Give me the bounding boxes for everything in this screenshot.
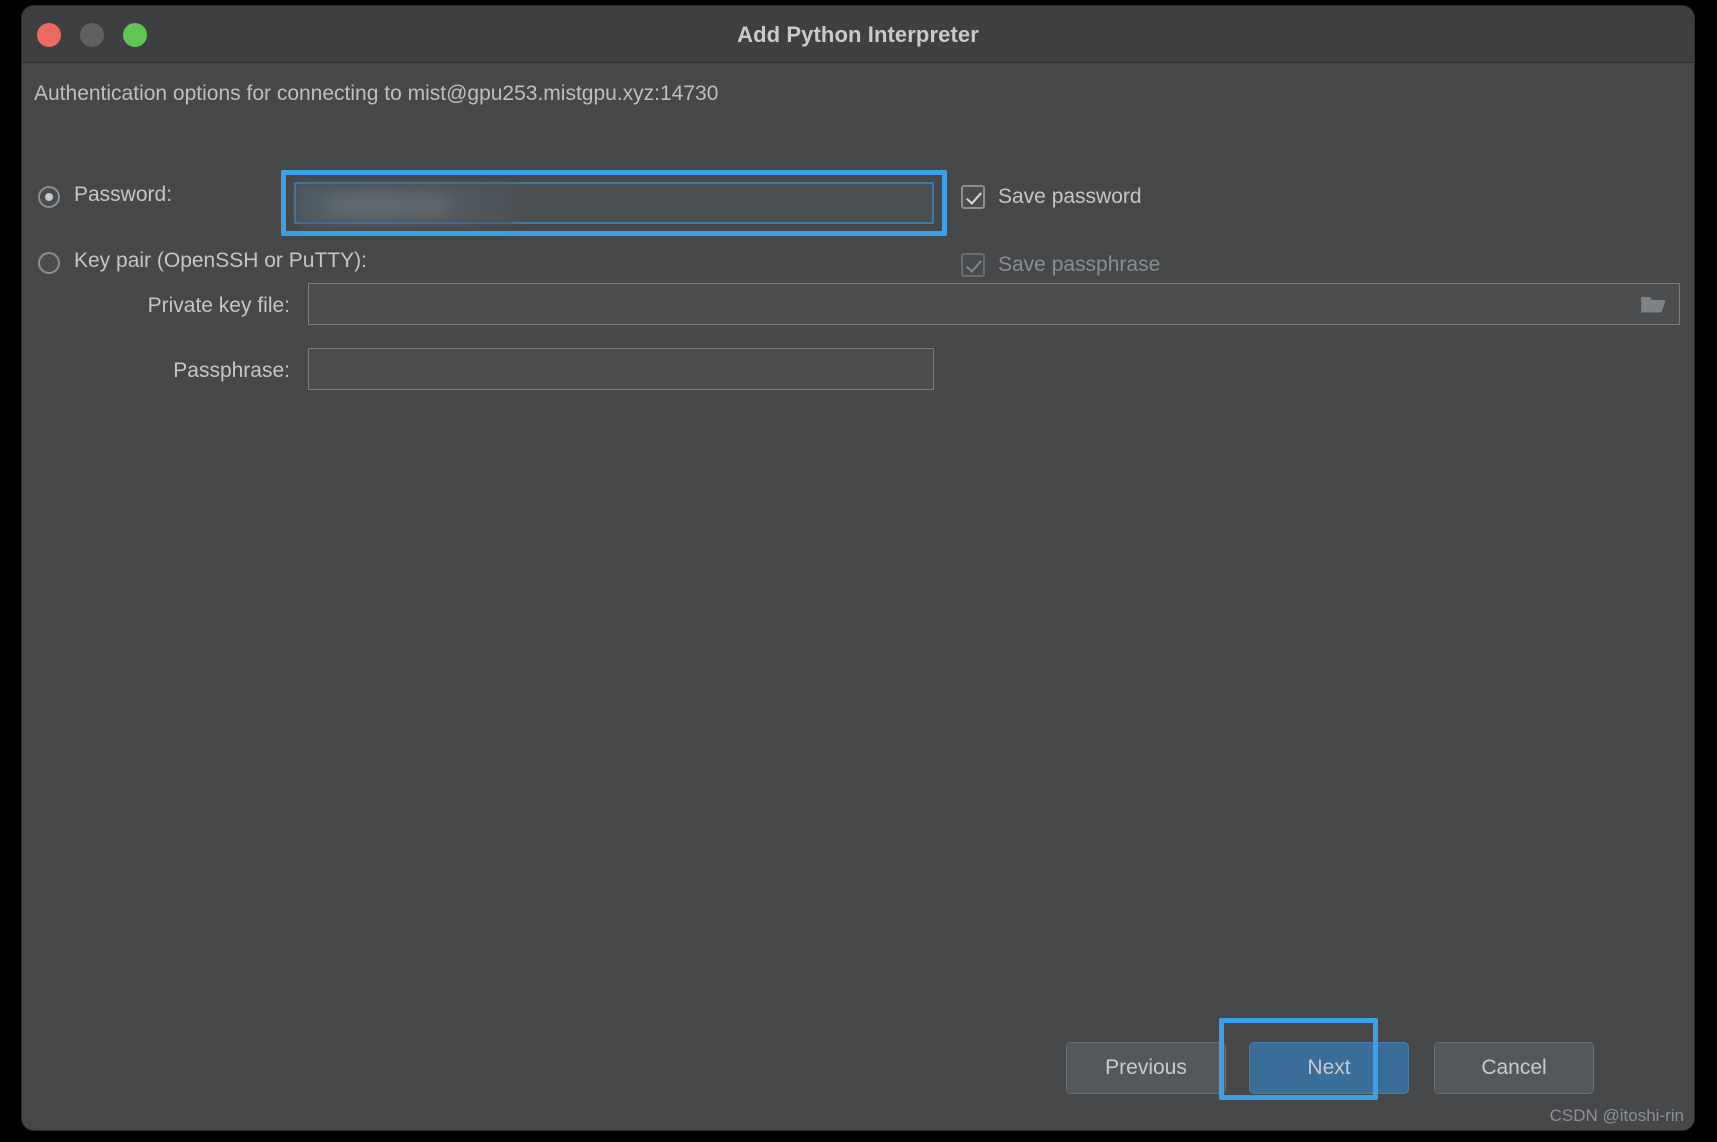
save-passphrase-checkbox-box[interactable] <box>961 253 985 277</box>
cancel-button[interactable]: Cancel <box>1434 1042 1594 1094</box>
passphrase-label: Passphrase: <box>173 359 290 382</box>
previous-button[interactable]: Previous <box>1066 1042 1226 1094</box>
watermark: CSDN @itoshi-rin <box>1549 1106 1684 1125</box>
radio-password[interactable] <box>38 186 60 208</box>
password-input-box[interactable] <box>294 182 934 224</box>
next-button[interactable]: Next <box>1249 1042 1409 1094</box>
keypair-row: Key pair (OpenSSH or PuTTY): <box>22 237 1694 287</box>
dialog-body: Authentication options for connecting to… <box>22 63 1694 1130</box>
page-title: Add Python Interpreter <box>737 22 979 47</box>
save-password-checkbox[interactable]: Save password <box>961 185 1142 209</box>
radio-keypair[interactable] <box>38 252 60 274</box>
private-key-file-label: Private key file: <box>147 294 290 317</box>
folder-icon[interactable] <box>1628 285 1678 323</box>
title-bar: Add Python Interpreter <box>22 6 1694 63</box>
radio-password-label: Password: <box>74 183 173 206</box>
password-redaction-text <box>328 198 448 214</box>
add-python-interpreter-dialog: Add Python Interpreter Authentication op… <box>22 6 1694 1130</box>
auth-description: Authentication options for connecting to… <box>34 82 719 105</box>
dialog-footer: Previous Next Cancel <box>22 1010 1694 1130</box>
password-redaction-blur <box>298 186 513 224</box>
private-key-file-input[interactable] <box>308 283 1680 325</box>
save-password-checkbox-box[interactable] <box>961 185 985 209</box>
radio-keypair-label: Key pair (OpenSSH or PuTTY): <box>74 249 367 272</box>
password-input[interactable] <box>294 182 934 224</box>
save-password-label: Save password <box>998 185 1142 208</box>
screen: Add Python Interpreter Authentication op… <box>0 0 1717 1142</box>
save-passphrase-checkbox[interactable]: Save passphrase <box>961 253 1160 277</box>
passphrase-input[interactable] <box>308 348 934 390</box>
save-passphrase-label: Save passphrase <box>998 253 1161 276</box>
password-row: Password: Save password <box>22 168 1694 236</box>
